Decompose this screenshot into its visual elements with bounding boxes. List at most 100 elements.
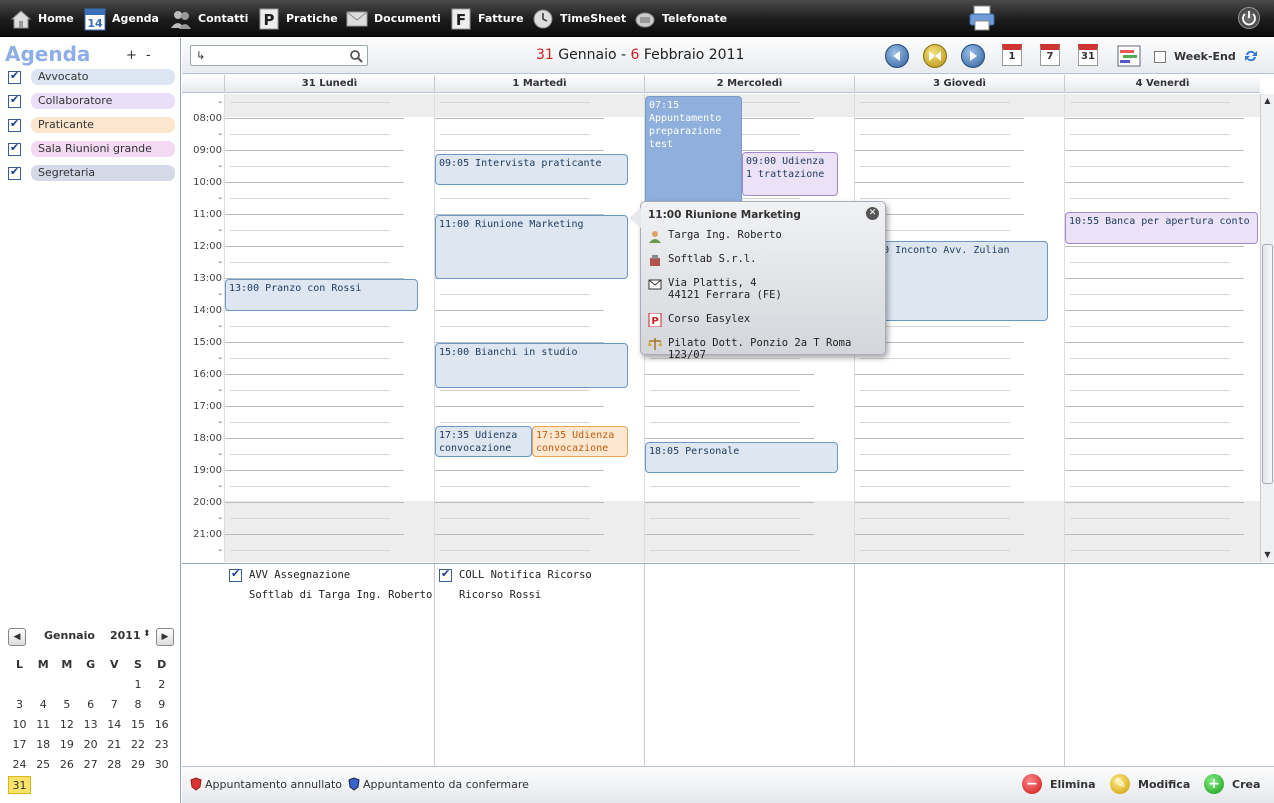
mini-calendar-day[interactable]: 28 (103, 756, 126, 774)
calendar-label[interactable]: Sala Riunioni grande (31, 141, 175, 157)
mini-calendar-day[interactable]: 29 (127, 756, 150, 774)
calendar-checkbox[interactable] (8, 165, 21, 180)
refresh-icon[interactable] (1242, 47, 1266, 71)
day-header-tuesday[interactable]: 1 Martedì (434, 75, 644, 93)
next-week-button[interactable] (961, 44, 985, 68)
mini-calendar-day[interactable]: 27 (79, 756, 102, 774)
mini-calendar-day[interactable]: 23 (150, 736, 173, 754)
nav-documenti[interactable]: Documenti (346, 0, 441, 37)
nav-pratiche[interactable]: P Pratiche (258, 0, 338, 37)
calendar-label[interactable]: Praticante (31, 117, 175, 133)
task-checkbox[interactable] (439, 567, 452, 582)
calendar-checkbox[interactable] (8, 117, 21, 132)
day-header-monday[interactable]: 31 Lunedì (224, 75, 434, 93)
mini-calendar-day[interactable]: 22 (127, 736, 150, 754)
nav-telefonate[interactable]: Telefonate (634, 0, 727, 37)
mini-calendar-day[interactable]: 2 (150, 676, 173, 694)
popup-company[interactable]: Softlab S.r.l. (668, 253, 757, 265)
delete-button[interactable]: − Elimina (1022, 774, 1096, 794)
mini-calendar-day[interactable]: 7 (103, 696, 126, 714)
mini-calendar-day[interactable]: 18 (32, 736, 55, 754)
day-header-friday[interactable]: 4 Venerdì (1064, 75, 1260, 93)
scroll-up-icon[interactable]: ▲ (1261, 94, 1274, 108)
mini-calendar-day[interactable]: 3 (8, 696, 31, 714)
mini-calendar-day[interactable]: 10 (8, 716, 31, 734)
mini-calendar-day[interactable]: 19 (55, 736, 78, 754)
day-column[interactable] (1064, 94, 1260, 562)
timeline-view-icon[interactable] (1117, 44, 1141, 68)
calendar-label[interactable]: Segretaria (31, 165, 175, 181)
task-title[interactable]: COLL Notifica Ricorso (459, 569, 592, 581)
event-riunione-marketing[interactable]: 11:00 Riunione Marketing (435, 215, 628, 279)
mini-calendar-year[interactable]: 2011 (110, 629, 141, 642)
scrollbar-thumb[interactable] (1262, 244, 1273, 484)
printer-icon[interactable] (968, 5, 996, 31)
event-udienza-convocazione[interactable]: 17:35 Udienza convocazione (435, 426, 532, 457)
calendar-label[interactable]: Collaboratore (31, 93, 175, 109)
popup-court[interactable]: Pilato Dott. Ponzio 2a T Roma 123/07 (668, 337, 885, 361)
search-icon[interactable] (349, 49, 363, 63)
event-pranzo-rossi[interactable]: 13:00 Pranzo con Rossi (225, 279, 418, 311)
mini-calendar-day[interactable]: 17 (8, 736, 31, 754)
day-view-icon[interactable]: 1 (1002, 44, 1022, 66)
mini-calendar-day[interactable]: 14 (103, 716, 126, 734)
mini-calendar-day[interactable]: 6 (79, 696, 102, 714)
vertical-scrollbar[interactable]: ▲ ▼ (1260, 94, 1274, 562)
task-checkbox[interactable] (229, 567, 242, 582)
weekend-toggle[interactable]: Week-End (1154, 50, 1236, 63)
day-column[interactable] (224, 94, 434, 562)
nav-agenda[interactable]: 14 Agenda (84, 0, 159, 37)
event-bianchi-studio[interactable]: 15:00 Bianchi in studio (435, 343, 628, 388)
nav-fatture[interactable]: F Fatture (450, 0, 524, 37)
mini-calendar-day[interactable]: 21 (103, 736, 126, 754)
search-input[interactable]: ↳ (190, 45, 368, 66)
mini-calendar-day[interactable]: 4 (32, 696, 55, 714)
event-personale[interactable]: 18:05 Personale (645, 442, 838, 473)
mini-calendar-day[interactable]: 24 (8, 756, 31, 774)
month-view-icon[interactable]: 31 (1078, 44, 1098, 66)
next-month-button[interactable]: ▶ (156, 628, 174, 646)
popup-pratica[interactable]: Corso Easylex (668, 313, 750, 325)
calendar-checkbox[interactable] (8, 141, 21, 156)
calendar-checkbox[interactable] (8, 69, 21, 84)
calendar-label[interactable]: Avvocato (31, 69, 175, 85)
year-spinner-icon[interactable]: ⬍ (143, 629, 151, 639)
scroll-down-icon[interactable]: ▼ (1261, 548, 1274, 562)
day-header-thursday[interactable]: 3 Giovedì (854, 75, 1064, 93)
event-banca-apertura-conto[interactable]: 10:55 Banca per apertura conto (1065, 212, 1258, 244)
mini-calendar-day[interactable]: 13 (79, 716, 102, 734)
event-intervista-praticante[interactable]: 09:05 Intervista praticante (435, 154, 628, 185)
mini-calendar-today[interactable]: 31 (8, 776, 31, 794)
mini-calendar-day[interactable]: 1 (127, 676, 150, 694)
week-view-icon[interactable]: 7 (1040, 44, 1060, 66)
mini-calendar-day[interactable]: 16 (150, 716, 173, 734)
nav-home[interactable]: Home (10, 0, 74, 37)
event-appuntamento-test[interactable]: 07:15 Appuntamento preparazione test (645, 96, 742, 204)
nav-contatti[interactable]: Contatti (170, 0, 248, 37)
remove-calendar-button[interactable]: - (146, 48, 151, 63)
day-header-wednesday[interactable]: 2 Mercoledì (644, 75, 854, 93)
event-udienza-convocazione-praticante[interactable]: 17:35 Udienza convocazione (532, 426, 628, 457)
previous-week-button[interactable] (885, 44, 909, 68)
close-icon[interactable]: ✕ (866, 207, 879, 220)
mini-calendar-day[interactable]: 11 (32, 716, 55, 734)
calendar-checkbox[interactable] (8, 93, 21, 108)
power-icon[interactable] (1238, 7, 1260, 29)
prev-month-button[interactable]: ◀ (8, 628, 26, 646)
mini-calendar-day[interactable]: 5 (55, 696, 78, 714)
weekend-checkbox[interactable] (1154, 50, 1166, 63)
mini-calendar-day[interactable]: 30 (150, 756, 173, 774)
today-button[interactable] (923, 44, 947, 68)
mini-calendar-day[interactable]: 20 (79, 736, 102, 754)
create-button[interactable]: + Crea (1204, 774, 1260, 794)
popup-contact[interactable]: Targa Ing. Roberto (668, 229, 782, 241)
mini-calendar-day[interactable]: 26 (55, 756, 78, 774)
add-calendar-button[interactable]: + (126, 48, 137, 63)
mini-calendar-day[interactable]: 9 (150, 696, 173, 714)
task-title[interactable]: AVV Assegnazione (249, 569, 350, 581)
mini-calendar-day[interactable]: 15 (127, 716, 150, 734)
mini-calendar-day[interactable]: 12 (55, 716, 78, 734)
mini-calendar-day[interactable]: 8 (127, 696, 150, 714)
nav-timesheet[interactable]: TimeSheet (532, 0, 626, 37)
event-udienza-trattazione[interactable]: 09:00 Udienza 1 trattazione (742, 152, 838, 196)
